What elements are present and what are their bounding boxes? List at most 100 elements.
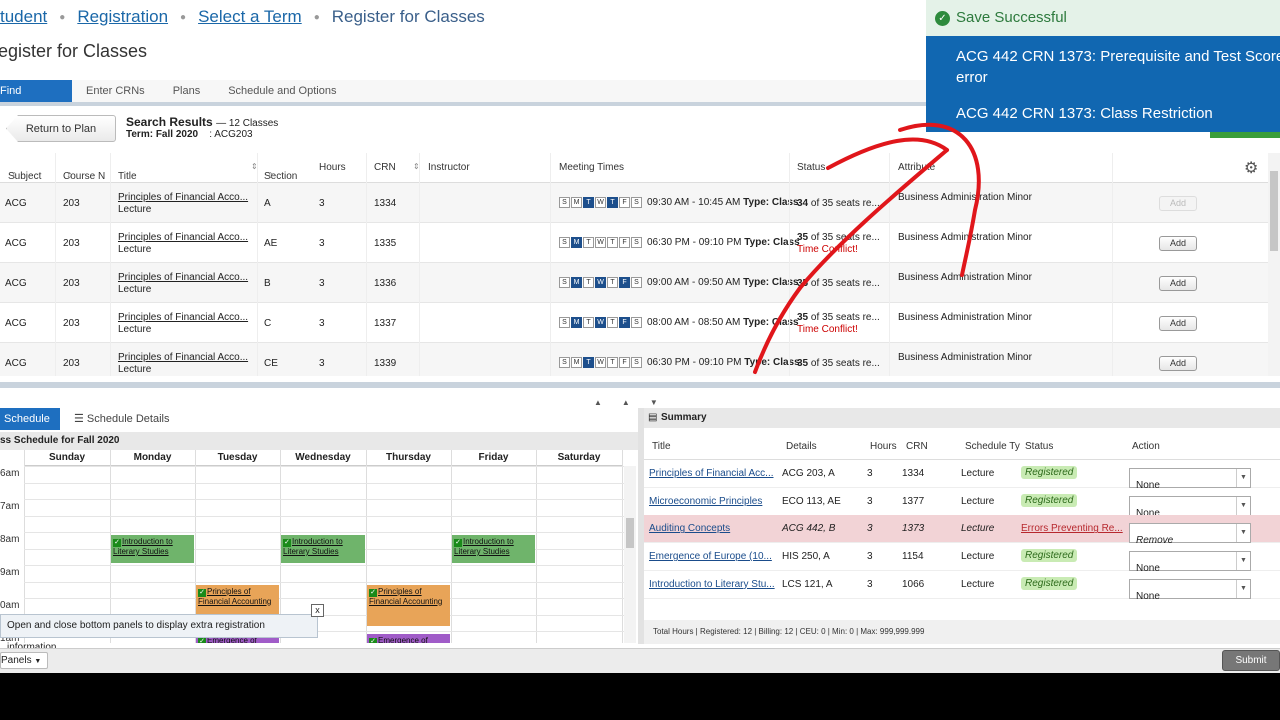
col-divider [1112,153,1113,376]
calendar-event[interactable]: ✓ Principles of Financial Accounting [367,584,450,626]
calendar-day-header: Sunday [24,450,110,466]
cell-subject: ACG [5,278,27,289]
day-box: F [619,237,630,248]
col-hours[interactable]: Hours [319,162,346,173]
cell-type: Lecture [118,364,152,375]
tab-schedule-options[interactable]: Schedule and Options [214,80,350,102]
calendar-hour-label: 0am [0,600,20,611]
cell-section: A [264,198,271,209]
cell-section: CE [264,358,278,369]
cell-hours: 3 [319,198,325,209]
cell-title-link[interactable]: Principles of Financial Acco... [118,232,248,243]
col-instructor[interactable]: Instructor [428,162,470,173]
col-attribute[interactable]: Attribute [898,162,935,173]
summary-title-link[interactable]: Principles of Financial Acc... [649,468,774,479]
summary-schedule-type: Lecture [961,468,995,479]
search-results-label: Search Results [126,115,213,129]
action-select[interactable]: Remove ▼ [1129,523,1251,546]
chevron-down-icon: ▼ [34,658,42,665]
day-box: W [595,357,606,368]
day-box: S [631,237,642,248]
breadcrumb-registration[interactable]: Registration [77,7,168,27]
summary-status[interactable]: Errors Preventing Re... [1021,523,1123,534]
day-box: W [595,317,606,328]
summary-schedule-type: Lecture [961,578,995,590]
summary-title-link[interactable]: Introduction to Literary Stu... [649,579,775,590]
cell-time: 09:30 AM - 10:45 AM Type: Class [647,197,799,208]
summary-schedule-type: Lecture [961,523,995,535]
tab-find-classes[interactable]: Find Classes [0,80,72,119]
cell-status: 35 of 35 seats re... [797,312,880,323]
cell-section: B [264,278,271,289]
day-box: F [619,277,630,288]
calendar-day-header: Wednesday [280,450,366,466]
action-select[interactable]: None ▼ [1129,495,1251,519]
breadcrumb-select-term[interactable]: Select a Term [198,7,302,27]
chevron-down-icon[interactable]: ▼ [1236,524,1250,543]
col-divider [419,153,420,376]
cell-title-link[interactable]: Principles of Financial Acco... [118,192,248,203]
tab-schedule[interactable]: Schedule [0,408,60,430]
calendar-event[interactable]: ✓ Introduction to Literary Studies [111,535,194,564]
chevron-down-icon[interactable]: ▼ [1236,469,1250,487]
summary-title-link[interactable]: Auditing Concepts [649,523,730,534]
calendar-event[interactable]: ✓ Introduction to Literary Studies [281,535,365,564]
day-box: S [631,357,642,368]
summary-title-link[interactable]: Emergence of Europe (10... [649,551,772,562]
cell-title-link[interactable]: Principles of Financial Acco... [118,272,248,283]
gear-icon[interactable]: ⚙ [1244,158,1258,178]
summary-row: Principles of Financial Acc... ACG 203, … [644,460,1280,491]
col-crn[interactable]: CRN [374,162,396,173]
chevron-down-icon[interactable]: ▼ [1236,552,1250,571]
calendar-event[interactable]: ✓ Emergence of [367,634,450,643]
summary-row: Emergence of Europe (10... HIS 250, A 3 … [644,543,1280,574]
cell-crn: 1334 [374,198,397,209]
day-box: W [595,197,606,208]
add-button[interactable]: Add [1159,196,1197,211]
chevron-down-icon[interactable]: ▼ [1236,579,1250,598]
breadcrumb-current: Register for Classes [331,7,485,26]
action-select[interactable]: None ▼ [1129,468,1251,491]
sum-col-hours: Hours [870,441,897,452]
cell-attribute: Business Administration Minor [898,232,1032,243]
submit-button[interactable]: Submit [1222,650,1280,671]
meeting-days: SMTWTFS [559,237,643,248]
add-button[interactable]: Add [1159,276,1197,291]
action-select[interactable]: None ▼ [1129,578,1251,602]
summary-hours: 3 [867,578,873,590]
col-status[interactable]: Status [797,162,825,173]
calendar-row-line [24,515,624,517]
add-button[interactable]: Add [1159,236,1197,251]
cell-status: 35 of 35 seats re... [797,278,880,289]
close-icon[interactable]: x [311,604,324,617]
splitter-arrows-icon[interactable]: ▲▲▼ [594,398,678,407]
calendar-scrollbar[interactable] [624,466,636,643]
tab-schedule-details[interactable]: ☰ Schedule Details [60,408,169,430]
return-to-plan-button[interactable]: Return to Plan [6,115,116,142]
day-box: T [583,277,594,288]
add-button[interactable]: Add [1159,356,1197,371]
cell-title-link[interactable]: Principles of Financial Acco... [118,312,248,323]
summary-row: Introduction to Literary Stu... LCS 121,… [644,571,1280,602]
tab-plans[interactable]: Plans [159,80,215,102]
col-meeting-times[interactable]: Meeting Times [559,162,624,173]
results-scrollbar[interactable] [1268,153,1280,376]
calendar-event[interactable]: ✓ Introduction to Literary Studies [452,535,535,564]
summary-schedule-type: Lecture [961,495,995,507]
action-select[interactable]: None ▼ [1129,551,1251,574]
scrollbar-thumb[interactable] [626,518,634,548]
sum-col-details: Details [786,441,817,452]
tab-enter-crns[interactable]: Enter CRNs [72,80,159,102]
search-term: Term: Fall 2020 : ACG203 [126,129,253,140]
panels-button[interactable]: Panels ▼ [0,652,48,669]
summary-title-link[interactable]: Microeconomic Principles [649,496,762,507]
day-box: S [631,317,642,328]
chevron-down-icon[interactable]: ▼ [1236,496,1250,515]
add-button[interactable]: Add [1159,316,1197,331]
panel-splitter[interactable] [0,382,1280,388]
scrollbar-thumb[interactable] [1270,171,1278,251]
cell-title-link[interactable]: Principles of Financial Acco... [118,352,248,363]
breadcrumb-student[interactable]: tudent [0,7,47,27]
summary-row: Auditing Concepts ACG 442, B 3 1373 Lect… [644,515,1280,546]
time-conflict: Time Conflict! [797,324,858,335]
